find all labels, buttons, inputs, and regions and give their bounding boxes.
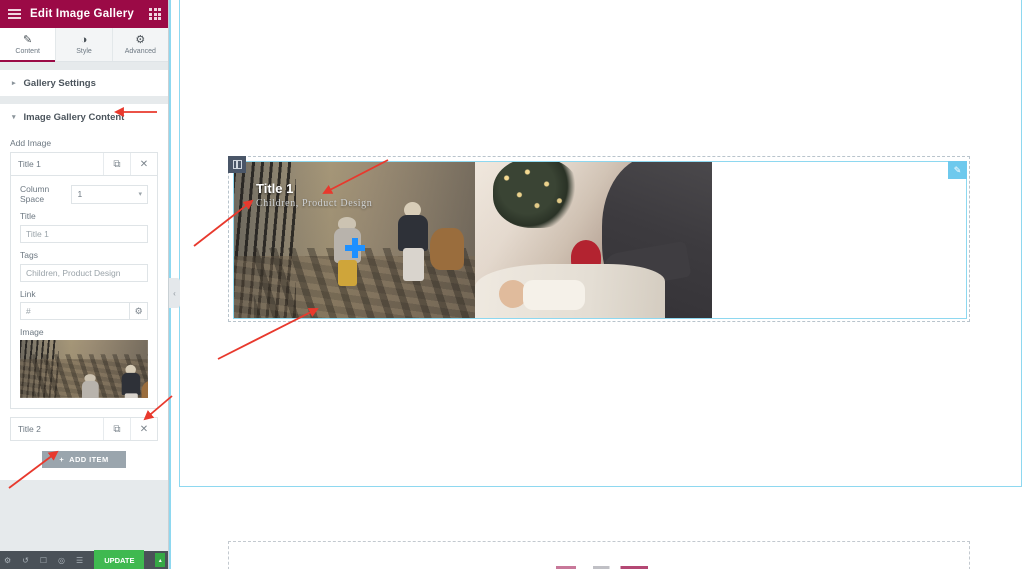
title-input[interactable]	[20, 225, 148, 243]
tab-advanced-label: Advanced	[124, 47, 156, 55]
gear-icon[interactable]: ⚙	[129, 302, 148, 320]
column-space-label: Column Space	[20, 184, 50, 204]
tab-content-label: Content	[15, 47, 40, 55]
panel-spacer-1	[0, 62, 168, 70]
settings-icon[interactable]: ⚙	[4, 556, 11, 565]
chevron-right-icon: ▸	[12, 80, 16, 87]
panel-collapse-handle[interactable]: ‹	[169, 278, 180, 308]
image-thumbnail[interactable]	[20, 340, 148, 398]
gallery-item-1[interactable]: Title 1 Children, Product Design	[234, 162, 475, 318]
link-input[interactable]	[20, 302, 130, 320]
duplicate-icon[interactable]: ⧉	[103, 418, 130, 440]
preview-icon[interactable]: ◎	[58, 556, 65, 565]
pencil-icon: ✎	[23, 33, 33, 46]
gear-icon: ⚙	[135, 33, 146, 46]
image-label: Image	[20, 327, 44, 337]
chevron-down-icon: ▾	[12, 114, 16, 121]
editor-sidebar: Edit Image Gallery ✎ Content ◑ Style ⚙ A…	[0, 0, 169, 569]
update-button[interactable]: UPDATE	[94, 550, 145, 569]
repeater-item-1-header[interactable]: Title 1 ⧉ ✕	[10, 152, 158, 176]
add-image-label: Add Image	[10, 138, 52, 148]
gallery-item-1-overlay: Title 1 Children, Product Design	[256, 181, 373, 210]
gallery-item-2[interactable]	[475, 162, 712, 318]
gallery-item-1-tags: Children, Product Design	[256, 198, 373, 209]
repeater-item-1-title: Title 1	[18, 159, 41, 169]
column-space-field: Column Space 1 ▾	[20, 184, 148, 204]
column-space-value: 1	[77, 189, 83, 199]
plus-cursor-icon	[345, 238, 365, 258]
section-gallery-settings[interactable]: ▸ Gallery Settings	[0, 70, 168, 96]
add-item-label: ADD ITEM	[69, 455, 109, 464]
editor-canvas: ✎ Title 1 Children, Product Design	[169, 0, 1024, 569]
column-space-select[interactable]: 1 ▾	[71, 184, 148, 204]
next-widget-placeholder[interactable]	[228, 541, 970, 569]
contrast-icon: ◑	[80, 33, 88, 46]
section-image-gallery-content-label: Image Gallery Content	[23, 111, 125, 123]
tags-input[interactable]	[20, 264, 148, 282]
edit-section-button[interactable]: ✎	[948, 161, 967, 179]
history-icon[interactable]: ↺	[22, 556, 29, 565]
link-label: Link	[20, 289, 36, 299]
repeater-item-1-form: Column Space 1 ▾ Title Tags Link ⚙ Image	[10, 176, 158, 409]
editor-root: Edit Image Gallery ✎ Content ◑ Style ⚙ A…	[0, 0, 1024, 569]
plus-icon: +	[59, 455, 65, 464]
image-gallery-content-body: Add Image Title 1 ⧉ ✕ Column Space 1 ▾ T…	[0, 130, 168, 480]
page-title: Edit Image Gallery	[30, 8, 134, 20]
section-gallery-settings-label: Gallery Settings	[23, 77, 96, 89]
tab-style-label: Style	[76, 47, 92, 55]
gallery-empty-area	[712, 162, 966, 318]
close-icon[interactable]: ✕	[130, 418, 157, 440]
panel-footer: ⚙ ↺ ☐ ◎ ☰ UPDATE ▴	[0, 550, 168, 569]
gallery-image-2	[475, 162, 712, 318]
gallery-item-1-title: Title 1	[256, 181, 294, 196]
title-label: Title	[20, 211, 36, 221]
tab-style[interactable]: ◑ Style	[56, 28, 113, 61]
update-options-caret[interactable]: ▴	[155, 553, 165, 567]
gallery-widget-inner: ✎ Title 1 Children, Product Design	[233, 161, 967, 319]
panel-spacer-2	[0, 96, 168, 104]
add-item-button[interactable]: + ADD ITEM	[42, 451, 126, 468]
tab-content[interactable]: ✎ Content	[0, 28, 57, 62]
responsive-icon[interactable]: ☐	[40, 556, 47, 565]
duplicate-icon[interactable]: ⧉	[103, 153, 130, 175]
link-field: ⚙	[20, 302, 148, 320]
widget-handle-icon[interactable]	[228, 156, 246, 173]
grid-apps-icon[interactable]	[142, 0, 168, 28]
tab-advanced[interactable]: ⚙ Advanced	[113, 28, 168, 61]
section-image-gallery-content[interactable]: ▾ Image Gallery Content	[0, 104, 168, 130]
close-icon[interactable]: ✕	[130, 153, 157, 175]
sidebar-header: Edit Image Gallery	[0, 0, 168, 28]
tags-label: Tags	[20, 250, 38, 260]
panel-tabs: ✎ Content ◑ Style ⚙ Advanced	[0, 28, 168, 62]
repeater-item-2-header[interactable]: Title 2 ⧉ ✕	[10, 417, 158, 441]
repeater-item-2-title: Title 2	[18, 424, 41, 434]
gallery-widget[interactable]: ✎ Title 1 Children, Product Design	[228, 156, 970, 322]
chevron-down-icon: ▾	[138, 191, 142, 198]
update-label: UPDATE	[104, 555, 135, 565]
menu-icon[interactable]: ☰	[76, 556, 83, 565]
